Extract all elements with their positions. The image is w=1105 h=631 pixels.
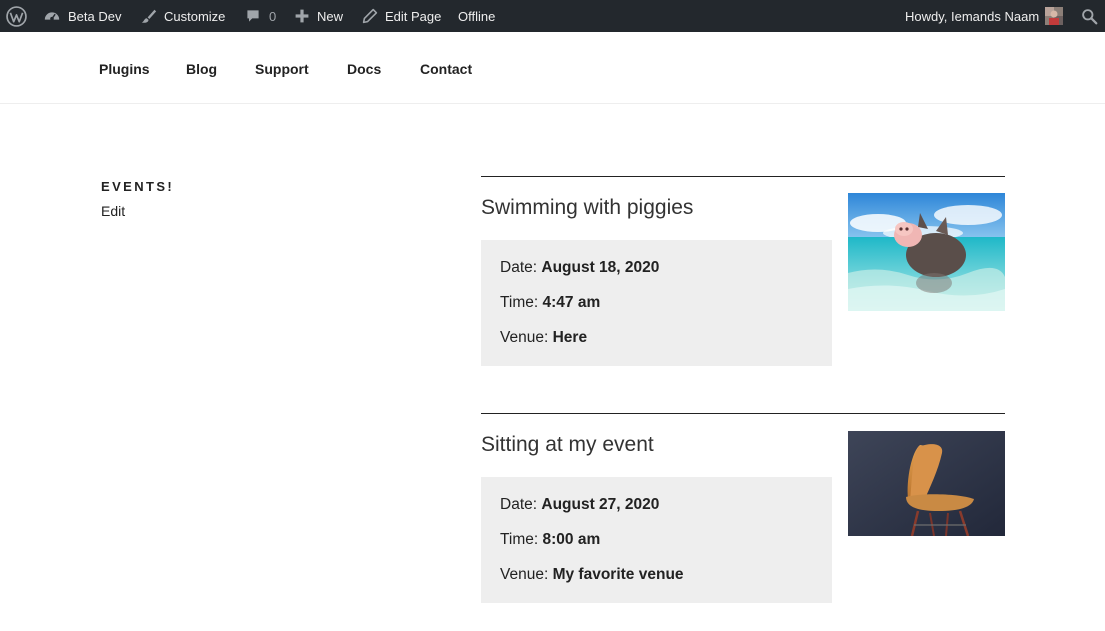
widget-title: EVENTS! [101,179,175,194]
date-label: Date: [500,259,538,276]
event-title[interactable]: Sitting at my event [481,433,654,457]
venue-label: Venue: [500,329,549,346]
event-title[interactable]: Swimming with piggies [481,196,693,220]
venue-value: Here [552,329,588,346]
event-venue: Venue: Here [500,329,813,364]
nav-item-support[interactable]: Support [255,61,309,77]
customize-label: Customize [164,8,226,24]
comment-bubble-icon [245,8,261,24]
nav-item-plugins[interactable]: Plugins [99,61,150,77]
comments-count: 0 [269,8,277,24]
event-date: Date: August 18, 2020 [500,259,813,294]
offline-link[interactable]: Offline [458,0,495,32]
event-thumbnail-swimming-pig[interactable] [848,193,1005,311]
pencil-icon [362,8,378,24]
wordpress-logo-icon[interactable] [6,0,27,32]
venue-value: My favorite venue [552,566,684,583]
event-time: Time: 4:47 am [500,294,813,329]
site-name-menu[interactable]: Beta Dev [43,0,121,32]
event-meta-box: Date: August 27, 2020 Time: 8:00 am Venu… [481,477,832,603]
edit-page-link[interactable]: Edit Page [362,0,441,32]
widget-edit-link[interactable]: Edit [101,203,125,219]
new-content-menu[interactable]: New [294,0,343,32]
offline-label: Offline [458,8,496,24]
admin-bar: Beta Dev Customize 0 New Edit Page Offli… [0,0,1105,32]
event-thumbnail-chair[interactable] [848,431,1005,536]
dashboard-icon [43,7,61,25]
time-label: Time: [500,294,539,311]
search-icon[interactable] [1081,0,1098,32]
comments-link[interactable]: 0 [245,0,276,32]
time-value: 4:47 am [542,294,601,311]
site-name-label: Beta Dev [68,8,122,24]
date-label: Date: [500,496,538,513]
avatar [1045,7,1064,25]
brush-icon [140,8,157,25]
edit-page-label: Edit Page [385,8,442,24]
venue-label: Venue: [500,566,549,583]
nav-item-contact[interactable]: Contact [420,61,472,77]
time-label: Time: [500,531,539,548]
howdy-label: Howdy, Iemands Naam [905,8,1040,24]
event-item: Swimming with piggies Date: August 18, 2… [481,176,1005,376]
site-navigation: Plugins Blog Support Docs Contact [0,32,1105,104]
event-time: Time: 8:00 am [500,531,813,566]
time-value: 8:00 am [542,531,601,548]
customize-link[interactable]: Customize [140,0,225,32]
new-label: New [317,8,344,24]
event-meta-box: Date: August 18, 2020 Time: 4:47 am Venu… [481,240,832,366]
date-value: August 18, 2020 [541,259,660,276]
nav-item-blog[interactable]: Blog [186,61,217,77]
my-account-menu[interactable]: Howdy, Iemands Naam [905,0,1064,32]
nav-item-docs[interactable]: Docs [347,61,381,77]
date-value: August 27, 2020 [541,496,660,513]
event-date: Date: August 27, 2020 [500,496,813,531]
event-item: Sitting at my event Date: August 27, 202… [481,413,1005,613]
event-venue: Venue: My favorite venue [500,566,813,601]
plus-icon [294,8,310,24]
